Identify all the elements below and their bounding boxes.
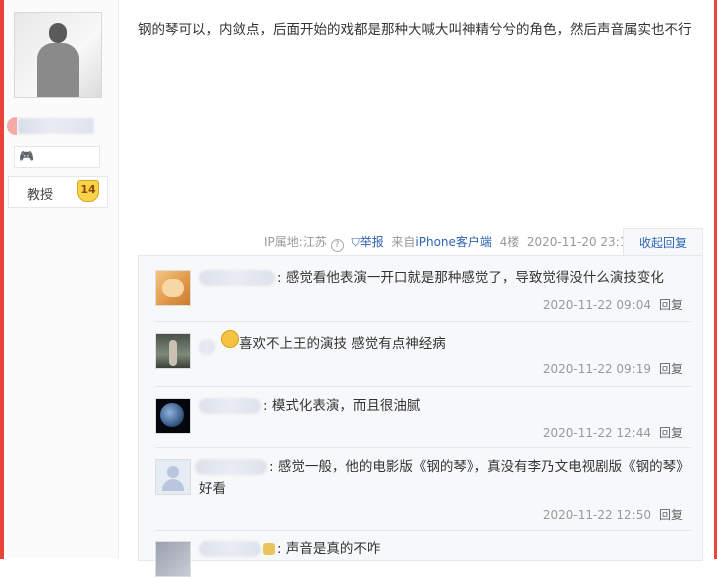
level-number-badge: 14 bbox=[77, 180, 99, 202]
reply-item: : 感觉一般，他的电影版《钢的琴》，真没有李乃文电视剧版《钢的琴》好看 2020… bbox=[155, 459, 691, 529]
reply-meta: 2020-11-22 12:50 回复 bbox=[543, 506, 683, 523]
reply-item: : 感觉看他表演一开口就是那种感觉了，导致觉得没什么演技变化 2020-11-2… bbox=[155, 270, 691, 320]
post-datetime: 2020-11-20 23:19 bbox=[526, 235, 635, 249]
reply-text: 喜欢不上王的演技 感觉有点神经病 bbox=[239, 336, 446, 352]
reply-username-blurred[interactable] bbox=[199, 339, 215, 355]
username-marker bbox=[7, 117, 17, 135]
device-link[interactable]: iPhone客户端 bbox=[415, 235, 492, 249]
reply-time: 2020-11-22 12:50 bbox=[542, 508, 651, 522]
reply-divider bbox=[155, 530, 691, 531]
reply-meta: 2020-11-22 09:19 回复 bbox=[543, 360, 683, 377]
reply-item: : 声音是真的不咋 bbox=[155, 541, 691, 577]
gamepad-icon: 🎮 bbox=[19, 149, 34, 163]
ip-location: IP属地:江苏 bbox=[264, 235, 327, 249]
post-meta: IP属地:江苏 ? ⛉举报 来自iPhone客户端 4楼 2020-11-20 … bbox=[264, 233, 635, 252]
emoji-icon bbox=[263, 543, 275, 555]
author-level[interactable]: 教授 14 bbox=[8, 176, 108, 208]
reply-time: 2020-11-22 09:19 bbox=[542, 362, 651, 376]
author-sidebar: 🎮 教授 14 bbox=[4, 0, 119, 559]
help-icon[interactable]: ? bbox=[330, 239, 344, 252]
reply-text: : 模式化表演，而且很油腻 bbox=[263, 398, 421, 414]
reply-text: : 感觉看他表演一开口就是那种感觉了，导致觉得没什么演技变化 bbox=[277, 270, 664, 286]
shield-icon: ⛉ bbox=[351, 236, 360, 249]
floor-number: 4楼 bbox=[499, 235, 520, 249]
post-content: 钢的琴可以，内敛点，后面开始的戏都是那种大喊大叫神精兮兮的角色，然后声音属实也不… bbox=[138, 22, 692, 38]
cat-avatar[interactable] bbox=[155, 270, 191, 306]
reply-divider bbox=[155, 321, 691, 322]
author-badge-row[interactable]: 🎮 bbox=[14, 146, 100, 168]
reply-time: 2020-11-22 12:44 bbox=[542, 426, 651, 440]
reply-time: 2020-11-22 09:04 bbox=[542, 298, 651, 312]
level-name: 教授 bbox=[27, 188, 54, 203]
reply-button[interactable]: 回复 bbox=[659, 508, 683, 522]
earth-avatar[interactable] bbox=[155, 398, 191, 434]
photo-avatar[interactable] bbox=[155, 541, 191, 577]
reply-username-blurred[interactable] bbox=[199, 270, 275, 286]
reply-text: : 感觉一般，他的电影版《钢的琴》，真没有李乃文电视剧版《钢的琴》好看 bbox=[199, 459, 683, 497]
reply-button[interactable]: 回复 bbox=[659, 298, 683, 312]
reply-item: 喜欢不上王的演技 感觉有点神经病 2020-11-22 09:19 回复 bbox=[155, 330, 691, 383]
reply-divider bbox=[155, 447, 691, 448]
dark-photo-avatar[interactable] bbox=[155, 333, 191, 369]
reply-divider bbox=[155, 386, 691, 387]
reply-button[interactable]: 回复 bbox=[659, 362, 683, 376]
report-link[interactable]: 举报 bbox=[360, 235, 384, 249]
reply-username-blurred[interactable] bbox=[199, 398, 261, 414]
author-avatar[interactable] bbox=[14, 12, 102, 98]
reply-item: : 模式化表演，而且很油腻 2020-11-22 12:44 回复 bbox=[155, 398, 691, 448]
reply-text: : 声音是真的不咋 bbox=[277, 541, 381, 557]
reply-meta: 2020-11-22 09:04 回复 bbox=[543, 296, 683, 313]
author-username-blurred[interactable] bbox=[18, 118, 94, 134]
reply-meta: 2020-11-22 12:44 回复 bbox=[543, 424, 683, 441]
collapse-replies-button[interactable]: 收起回复 bbox=[623, 228, 703, 257]
smiley-icon bbox=[221, 330, 239, 348]
reply-username-blurred[interactable] bbox=[199, 541, 261, 557]
reply-list: : 感觉看他表演一开口就是那种感觉了，导致觉得没什么演技变化 2020-11-2… bbox=[138, 255, 703, 577]
default-user-avatar[interactable] bbox=[155, 459, 191, 495]
from-prefix: 来自 bbox=[391, 235, 416, 249]
reply-button[interactable]: 回复 bbox=[659, 426, 683, 440]
